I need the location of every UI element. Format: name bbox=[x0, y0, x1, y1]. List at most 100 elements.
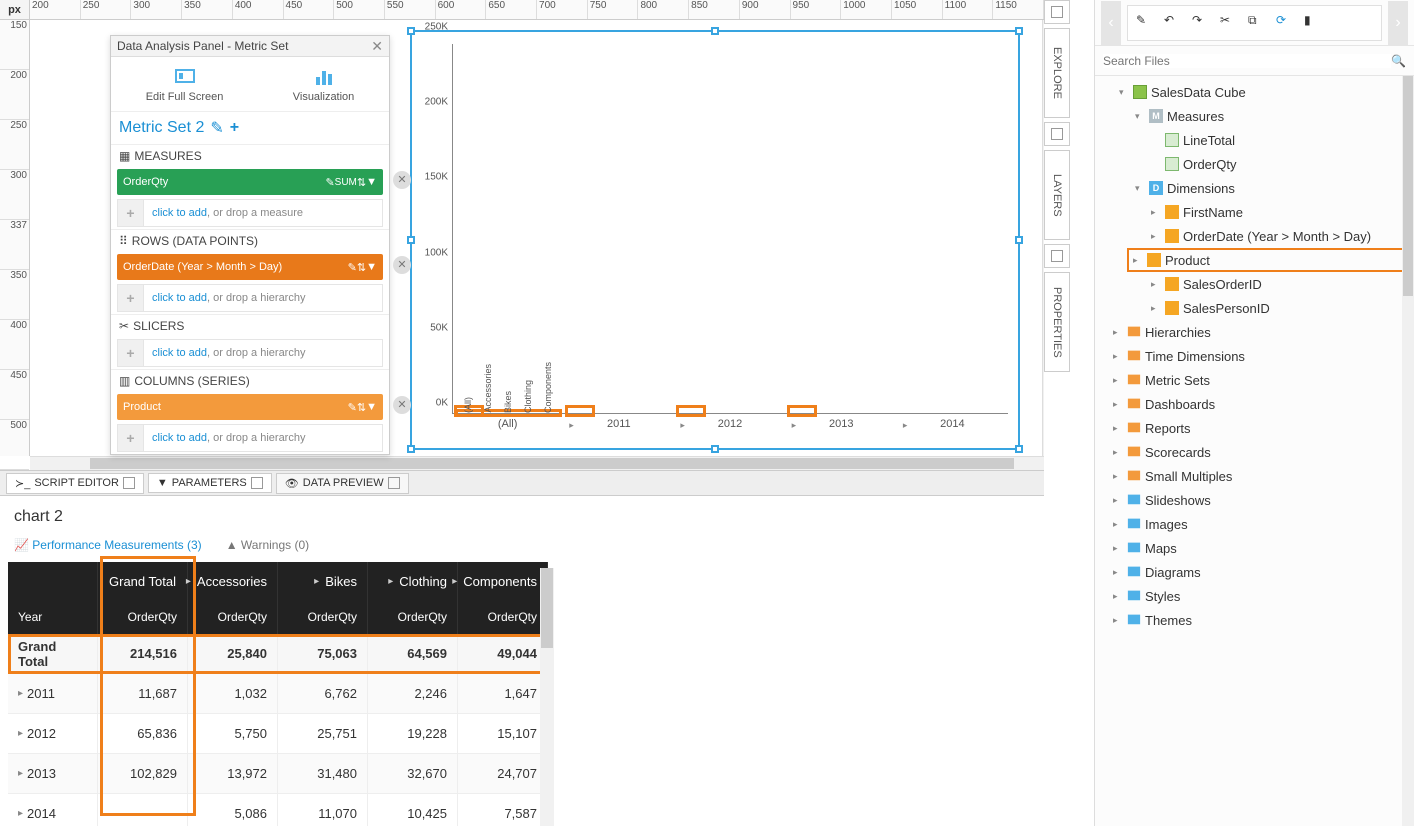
filter-icon[interactable]: ▼ bbox=[366, 401, 377, 413]
tool-device-icon[interactable]: ▮ bbox=[1304, 13, 1324, 33]
columns-dropzone[interactable]: + click to add, or drop a hierarchy bbox=[117, 424, 383, 452]
tree-node-orderqty[interactable]: OrderQty bbox=[1095, 152, 1414, 176]
table-col-header[interactable]: ▸ Bikes bbox=[278, 562, 368, 600]
resize-handle[interactable] bbox=[1015, 236, 1023, 244]
resize-handle[interactable] bbox=[407, 236, 415, 244]
rtab-layers[interactable]: LAYERS bbox=[1044, 150, 1070, 240]
x-axis-label[interactable]: ▸2012 bbox=[674, 414, 785, 442]
perf-measurements-link[interactable]: 📈 Performance Measurements (3) bbox=[14, 538, 202, 552]
warnings-link[interactable]: ▲ Warnings (0) bbox=[226, 538, 309, 552]
resize-handle[interactable] bbox=[711, 445, 719, 453]
tree-category[interactable]: ▸Themes bbox=[1095, 608, 1414, 632]
rtab-pin[interactable] bbox=[1044, 0, 1070, 24]
resize-handle[interactable] bbox=[711, 27, 719, 35]
resize-handle[interactable] bbox=[1015, 445, 1023, 453]
tab-data-preview[interactable]: 👁DATA PREVIEW bbox=[276, 473, 409, 494]
tree-category[interactable]: ▸Slideshows bbox=[1095, 488, 1414, 512]
visualization-button[interactable]: Visualization bbox=[293, 65, 355, 103]
pin-icon[interactable] bbox=[251, 477, 263, 489]
table-col-header[interactable]: ▸ Components bbox=[458, 562, 548, 600]
rows-pill-orderdate[interactable]: OrderDate (Year > Month > Day) ✎ ⇅ ▼ bbox=[117, 254, 383, 280]
tree-node-salespersonid[interactable]: ▸SalesPersonID bbox=[1095, 296, 1414, 320]
search-input[interactable] bbox=[1103, 54, 1391, 68]
table-row[interactable]: Grand Total214,51625,84075,06364,56949,0… bbox=[8, 634, 1044, 674]
edit-icon[interactable]: ✎ bbox=[348, 401, 357, 414]
tree-category[interactable]: ▸Images bbox=[1095, 512, 1414, 536]
add-column-button[interactable]: + bbox=[118, 425, 144, 451]
rtab-pin[interactable] bbox=[1044, 122, 1070, 146]
tree-category[interactable]: ▸Diagrams bbox=[1095, 560, 1414, 584]
edit-full-screen-button[interactable]: Edit Full Screen bbox=[146, 65, 224, 103]
tree-category[interactable]: ▸Maps bbox=[1095, 536, 1414, 560]
explore-v-scrollbar[interactable] bbox=[1402, 76, 1414, 826]
table-col-header[interactable]: ▸ Clothing bbox=[368, 562, 458, 600]
pin-icon[interactable] bbox=[123, 477, 135, 489]
remove-pill-button[interactable]: ✕ bbox=[393, 171, 411, 189]
toolbar-next-button[interactable]: › bbox=[1388, 1, 1408, 45]
canvas-h-scrollbar[interactable] bbox=[30, 456, 1044, 470]
add-slicer-button[interactable]: + bbox=[118, 340, 144, 366]
resize-handle[interactable] bbox=[407, 445, 415, 453]
tree-node-linetotal[interactable]: LineTotal bbox=[1095, 128, 1414, 152]
rtab-explore[interactable]: EXPLORE bbox=[1044, 28, 1070, 118]
rtab-pin[interactable] bbox=[1044, 244, 1070, 268]
tree-category[interactable]: ▸Reports bbox=[1095, 416, 1414, 440]
tree-node-salesorderid[interactable]: ▸SalesOrderID bbox=[1095, 272, 1414, 296]
rtab-properties[interactable]: PROPERTIES bbox=[1044, 272, 1070, 372]
tree-node-cube[interactable]: ▾SalesData Cube bbox=[1095, 80, 1414, 104]
edit-icon[interactable]: ✎ bbox=[348, 261, 357, 274]
x-axis-label[interactable]: (All) bbox=[452, 414, 563, 442]
add-row-button[interactable]: + bbox=[118, 285, 144, 311]
x-axis-label[interactable]: ▸2011 bbox=[563, 414, 674, 442]
table-col-header[interactable]: Grand Total bbox=[98, 562, 188, 600]
table-row[interactable]: ▸ 201111,6871,0326,7622,2461,647 bbox=[8, 674, 1044, 714]
resize-handle[interactable] bbox=[1015, 27, 1023, 35]
remove-pill-button[interactable]: ✕ bbox=[393, 256, 411, 274]
tool-copy-icon[interactable]: ⧉ bbox=[1248, 13, 1268, 33]
tab-script-editor[interactable]: ≻_SCRIPT EDITOR bbox=[6, 473, 144, 494]
tree-category[interactable]: ▸Small Multiples bbox=[1095, 464, 1414, 488]
remove-pill-button[interactable]: ✕ bbox=[393, 396, 411, 414]
x-axis-label[interactable]: ▸2014 bbox=[897, 414, 1008, 442]
tab-parameters[interactable]: ▼PARAMETERS bbox=[148, 473, 272, 493]
rows-dropzone[interactable]: + click to add, or drop a hierarchy bbox=[117, 284, 383, 312]
sort-icon[interactable]: ⇅ bbox=[357, 176, 366, 189]
pin-icon[interactable] bbox=[388, 477, 400, 489]
explore-tree[interactable]: ▾SalesData Cube ▾MMeasures LineTotal Ord… bbox=[1095, 76, 1414, 826]
chart-plot-area[interactable]: (All)AccessoriesBikesClothingComponents bbox=[452, 44, 1008, 414]
measure-pill-orderqty[interactable]: OrderQty ✎ SUM ⇅ ▼ bbox=[117, 169, 383, 195]
tree-category[interactable]: ▸Metric Sets bbox=[1095, 368, 1414, 392]
table-col-header[interactable]: ▸ Accessories bbox=[188, 562, 278, 600]
x-axis-label[interactable]: ▸2013 bbox=[786, 414, 897, 442]
search-files-box[interactable]: 🔍 bbox=[1095, 46, 1414, 76]
metric-set-name[interactable]: Metric Set 2 bbox=[119, 119, 204, 137]
edit-icon[interactable]: ✎ bbox=[210, 118, 223, 138]
toolbar-prev-button[interactable]: ‹ bbox=[1101, 1, 1121, 45]
table-row[interactable]: ▸ 2013102,82913,97231,48032,67024,707 bbox=[8, 754, 1044, 794]
tool-refresh-icon[interactable]: ⟳ bbox=[1276, 13, 1296, 33]
tree-node-orderdate[interactable]: ▸OrderDate (Year > Month > Day) bbox=[1095, 224, 1414, 248]
filter-icon[interactable]: ▼ bbox=[366, 261, 377, 273]
tree-node-dimensions[interactable]: ▾DDimensions bbox=[1095, 176, 1414, 200]
tree-category[interactable]: ▸Hierarchies bbox=[1095, 320, 1414, 344]
resize-handle[interactable] bbox=[407, 27, 415, 35]
close-icon[interactable]: ✕ bbox=[371, 38, 383, 55]
add-metric-set-button[interactable]: + bbox=[230, 119, 239, 137]
search-icon[interactable]: 🔍 bbox=[1391, 54, 1406, 68]
table-row[interactable]: ▸ 20145,08611,07010,4257,587 bbox=[8, 794, 1044, 826]
preview-v-scrollbar[interactable] bbox=[540, 568, 554, 826]
tool-undo-icon[interactable]: ↶ bbox=[1164, 13, 1184, 33]
edit-icon[interactable]: ✎ bbox=[325, 176, 334, 189]
tree-category[interactable]: ▸Styles bbox=[1095, 584, 1414, 608]
filter-icon[interactable]: ▼ bbox=[366, 176, 377, 188]
tree-node-firstname[interactable]: ▸FirstName bbox=[1095, 200, 1414, 224]
sort-icon[interactable]: ⇅ bbox=[357, 261, 366, 274]
tree-node-measures[interactable]: ▾MMeasures bbox=[1095, 104, 1414, 128]
tool-cut-icon[interactable]: ✂ bbox=[1220, 13, 1240, 33]
tree-category[interactable]: ▸Scorecards bbox=[1095, 440, 1414, 464]
measure-dropzone[interactable]: + click to add, or drop a measure bbox=[117, 199, 383, 227]
tool-edit-icon[interactable]: ✎ bbox=[1136, 13, 1156, 33]
tree-category[interactable]: ▸Time Dimensions bbox=[1095, 344, 1414, 368]
tree-category[interactable]: ▸Dashboards bbox=[1095, 392, 1414, 416]
columns-pill-product[interactable]: Product ✎ ⇅ ▼ bbox=[117, 394, 383, 420]
